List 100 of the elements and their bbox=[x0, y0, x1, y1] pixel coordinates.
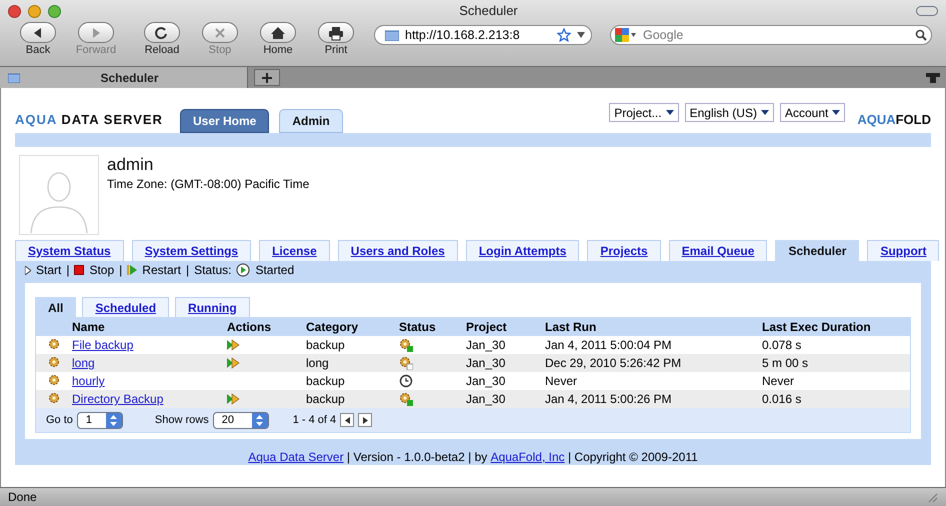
footer-text: | Version - 1.0.0-beta2 | by bbox=[346, 449, 488, 466]
table-cell: Jan 4, 2011 5:00:26 PM bbox=[545, 392, 672, 406]
browser-tab[interactable]: Scheduler bbox=[0, 67, 248, 88]
settings-tab[interactable]: Email Queue bbox=[668, 240, 768, 261]
footer-text: | Copyright © 2009-2011 bbox=[566, 449, 698, 466]
next-page-button[interactable] bbox=[358, 413, 372, 427]
header-tab[interactable]: Admin bbox=[279, 109, 343, 133]
avatar-placeholder-icon bbox=[19, 155, 99, 235]
table-cell: 0.078 s bbox=[762, 338, 802, 352]
column-header: Project bbox=[466, 320, 507, 334]
tab-overview-icon[interactable] bbox=[926, 72, 940, 82]
table-cell: Jan 4, 2011 5:00:04 PM bbox=[545, 338, 672, 352]
new-tab-button[interactable] bbox=[254, 69, 280, 86]
job-link[interactable]: long bbox=[72, 356, 95, 370]
toolbar-button[interactable] bbox=[144, 22, 180, 43]
filter-tab[interactable]: All bbox=[35, 297, 76, 317]
play-icon bbox=[25, 266, 31, 274]
toolbar-label: Reload bbox=[144, 43, 180, 57]
toolbar-label: Back bbox=[26, 43, 50, 57]
toolbar-label: Forward bbox=[76, 43, 116, 57]
goto-label: Go to bbox=[46, 412, 73, 428]
home-icon bbox=[269, 24, 287, 40]
folder-icon bbox=[385, 30, 399, 40]
footer-link[interactable]: AquaFold, Inc bbox=[490, 448, 565, 466]
job-link[interactable]: File backup bbox=[72, 338, 134, 352]
dropdown-menu[interactable]: Project... bbox=[609, 103, 679, 122]
run-icon[interactable] bbox=[227, 357, 241, 369]
table-cell: backup bbox=[306, 338, 345, 352]
column-header: Actions bbox=[227, 320, 272, 334]
rows-label: Show rows bbox=[154, 412, 209, 428]
search-engine-icon[interactable] bbox=[615, 28, 637, 42]
gear-running-icon bbox=[399, 392, 413, 406]
restart-icon bbox=[127, 265, 138, 275]
column-header: Last Exec Duration bbox=[762, 320, 871, 334]
footer-link[interactable]: Aqua Data Server bbox=[248, 448, 344, 466]
status-text: Done bbox=[8, 489, 38, 506]
previous-page-button[interactable] bbox=[340, 413, 354, 427]
search-icon[interactable] bbox=[915, 29, 927, 41]
table-cell: backup bbox=[306, 374, 345, 388]
restart-button[interactable]: Restart bbox=[142, 261, 181, 279]
rows-select[interactable]: 20 bbox=[212, 412, 269, 428]
gear-icon bbox=[48, 338, 62, 352]
zoom-window-icon[interactable] bbox=[48, 4, 61, 18]
toolbar-button[interactable] bbox=[318, 22, 354, 43]
settings-tab[interactable]: Users and Roles bbox=[338, 240, 458, 261]
dropdown-menu[interactable]: Account bbox=[780, 103, 846, 122]
plus-icon bbox=[262, 72, 272, 82]
job-link[interactable]: hourly bbox=[72, 374, 105, 388]
star-icon[interactable] bbox=[557, 28, 571, 42]
settings-tab[interactable]: Login Attempts bbox=[466, 240, 580, 261]
toolbar-label: Stop bbox=[208, 43, 232, 57]
gear-running-icon bbox=[399, 338, 413, 352]
table-cell: backup bbox=[306, 392, 345, 406]
page-select[interactable]: 1 bbox=[76, 412, 123, 428]
settings-tab[interactable]: System Status bbox=[15, 240, 124, 261]
folder-icon bbox=[8, 72, 20, 82]
print-icon bbox=[327, 24, 345, 40]
gear-idle-icon bbox=[399, 356, 413, 370]
toolbar-label: Print bbox=[324, 43, 348, 57]
window-title: Scheduler bbox=[458, 2, 519, 20]
start-button[interactable]: Start bbox=[36, 261, 62, 279]
stepper-arrows-icon bbox=[256, 414, 264, 426]
address-text: http://10.168.2.213:8 bbox=[405, 26, 521, 44]
address-bar[interactable]: http://10.168.2.213:8 bbox=[374, 25, 592, 45]
status-text: Started bbox=[255, 262, 294, 279]
table-cell: 5 m 00 s bbox=[762, 356, 808, 370]
status-label: Status: bbox=[194, 262, 232, 279]
dropdown-caret-icon bbox=[760, 110, 769, 115]
separator-text: | bbox=[119, 262, 122, 279]
job-link[interactable]: Directory Backup bbox=[72, 392, 164, 406]
dropdown-caret-icon[interactable] bbox=[577, 32, 585, 38]
table-cell: long bbox=[306, 356, 329, 370]
stop-button[interactable]: Stop bbox=[89, 261, 114, 279]
column-header: Status bbox=[399, 320, 436, 334]
filter-tab[interactable]: Scheduled bbox=[82, 297, 170, 317]
search-field[interactable]: Google bbox=[610, 25, 932, 45]
gear-icon bbox=[48, 374, 62, 388]
table-cell: Dec 29, 2010 5:26:42 PM bbox=[545, 356, 682, 370]
run-icon[interactable] bbox=[227, 393, 241, 405]
toolbar-toggle-icon[interactable] bbox=[916, 6, 938, 16]
settings-tab[interactable]: Scheduler bbox=[775, 240, 860, 261]
table-cell: Jan_30 bbox=[466, 338, 506, 352]
toolbar-button[interactable] bbox=[260, 22, 296, 43]
minimize-window-icon[interactable] bbox=[28, 4, 41, 18]
column-header: Name bbox=[72, 320, 105, 334]
header-tab[interactable]: User Home bbox=[180, 109, 270, 133]
stop-square-icon bbox=[74, 265, 84, 275]
stepper-arrows-icon bbox=[110, 414, 118, 426]
settings-tab[interactable]: System Settings bbox=[132, 240, 252, 261]
company-logo: AQUAFOLD bbox=[857, 110, 931, 128]
dropdown-menu[interactable]: English (US) bbox=[684, 103, 774, 122]
close-window-icon[interactable] bbox=[8, 4, 21, 18]
settings-tab[interactable]: Projects bbox=[587, 240, 661, 261]
settings-tab[interactable]: Support bbox=[867, 240, 940, 261]
filter-tab[interactable]: Running bbox=[175, 297, 250, 317]
toolbar-button[interactable] bbox=[20, 22, 56, 43]
run-icon[interactable] bbox=[227, 339, 241, 351]
settings-tab[interactable]: License bbox=[259, 240, 330, 261]
table-cell: Jan_30 bbox=[466, 374, 506, 388]
running-clock-icon bbox=[236, 263, 250, 277]
